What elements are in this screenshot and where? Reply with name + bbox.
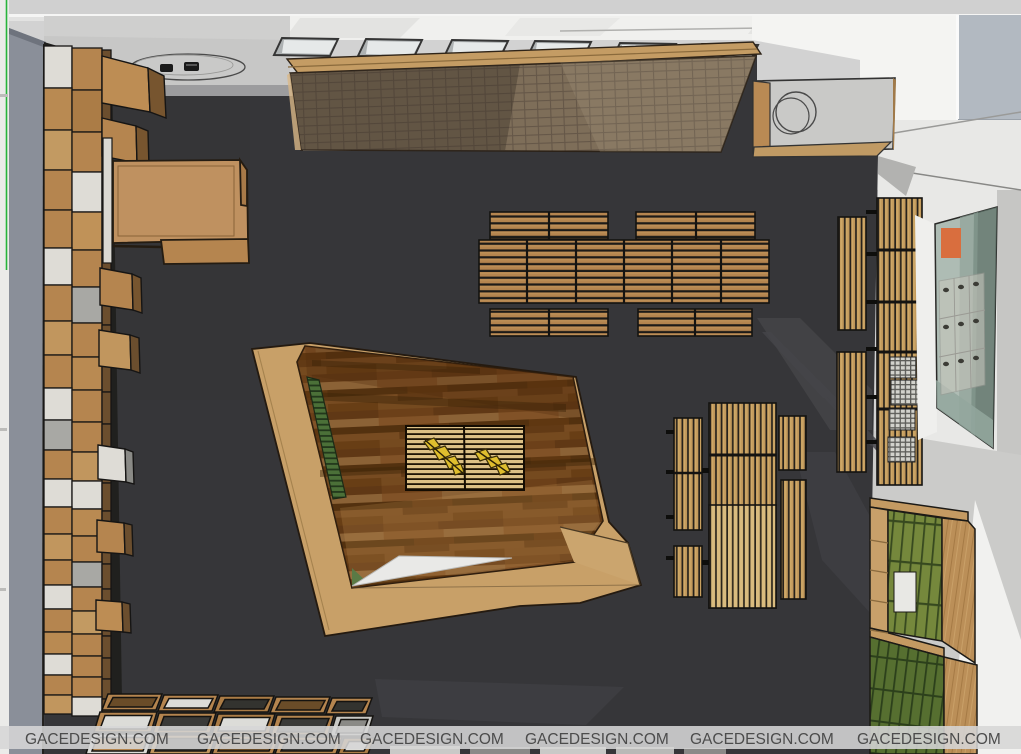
svg-text:GACEDESIGN.COM: GACEDESIGN.COM <box>360 731 504 748</box>
svg-text:GACEDESIGN.COM: GACEDESIGN.COM <box>857 731 1001 748</box>
svg-text:GACEDESIGN.COM: GACEDESIGN.COM <box>690 731 834 748</box>
svg-text:GACEDESIGN.COM: GACEDESIGN.COM <box>197 731 341 748</box>
svg-text:GACEDESIGN.COM: GACEDESIGN.COM <box>25 731 169 748</box>
svg-text:GACEDESIGN.COM: GACEDESIGN.COM <box>525 731 669 748</box>
